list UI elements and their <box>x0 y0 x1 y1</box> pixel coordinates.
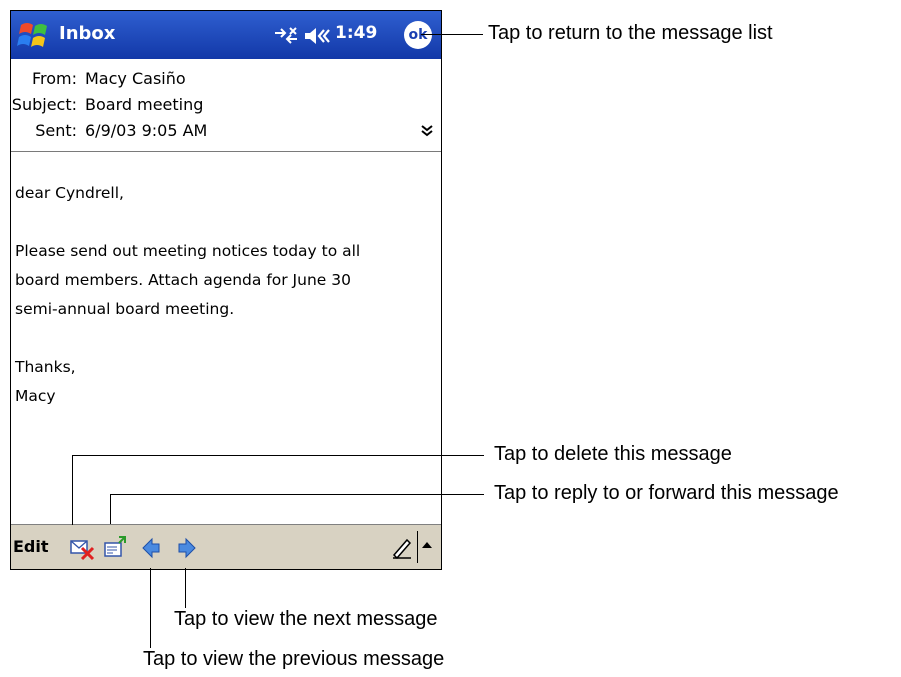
subject-row: Subject: Board meeting <box>11 95 441 119</box>
speaker-icon[interactable] <box>303 25 331 47</box>
title-bar: Inbox 1:49 ok <box>11 11 441 59</box>
connection-icon[interactable] <box>273 25 299 47</box>
from-value: Macy Casiño <box>85 69 186 88</box>
sent-row: Sent: 6/9/03 9:05 AM <box>11 121 441 145</box>
subject-label: Subject: <box>11 95 77 114</box>
body-line: board members. Attach agenda for June 30 <box>15 271 351 289</box>
body-line: Macy <box>15 387 56 405</box>
callout-line-reply <box>110 494 484 495</box>
edit-menu[interactable]: Edit <box>13 537 49 556</box>
delete-message-icon[interactable] <box>69 535 95 561</box>
subject-value: Board meeting <box>85 95 204 114</box>
callout-delete: Tap to delete this message <box>494 443 732 465</box>
callout-ok: Tap to return to the message list <box>488 22 773 44</box>
reply-forward-icon[interactable] <box>103 535 129 561</box>
sent-value: 6/9/03 9:05 AM <box>85 121 208 140</box>
callout-reply: Tap to reply to or forward this message <box>494 482 839 504</box>
double-chevron-down-icon[interactable] <box>421 123 433 142</box>
callout-line-previous <box>150 568 151 648</box>
sent-label: Sent: <box>35 121 77 140</box>
message-header: From: Macy Casiño Subject: Board meeting… <box>11 59 441 152</box>
clock[interactable]: 1:49 <box>335 23 377 43</box>
callout-line-next <box>185 568 186 608</box>
callout-line-ok <box>421 34 483 35</box>
app-title: Inbox <box>59 23 116 44</box>
pocket-pc-screen: Inbox 1:49 ok From: Macy Casiño Subject:… <box>10 10 442 570</box>
callout-line-reply-vertical <box>110 494 111 524</box>
callout-next: Tap to view the next message <box>174 608 438 630</box>
body-line: Please send out meeting notices today to… <box>15 242 361 260</box>
ok-button[interactable]: ok <box>404 21 432 49</box>
body-line: semi-annual board meeting. <box>15 300 235 318</box>
callout-line-delete-vertical <box>72 455 73 525</box>
pen-icon[interactable] <box>391 535 413 560</box>
windows-flag-icon[interactable] <box>17 19 51 51</box>
from-label: From: <box>31 69 77 88</box>
body-line: Thanks, <box>15 358 76 376</box>
input-panel-arrow-icon[interactable] <box>421 539 433 553</box>
callout-previous: Tap to view the previous message <box>143 648 445 670</box>
previous-arrow-icon[interactable] <box>139 535 165 561</box>
from-row: From: Macy Casiño <box>11 69 441 93</box>
callout-line-delete <box>72 455 484 456</box>
next-arrow-icon[interactable] <box>173 535 199 561</box>
bottom-toolbar: Edit <box>11 524 441 569</box>
body-line: dear Cyndrell, <box>15 184 124 202</box>
toolbar-divider <box>417 531 418 563</box>
message-body[interactable]: dear Cyndrell, Please send out meeting n… <box>15 179 435 411</box>
